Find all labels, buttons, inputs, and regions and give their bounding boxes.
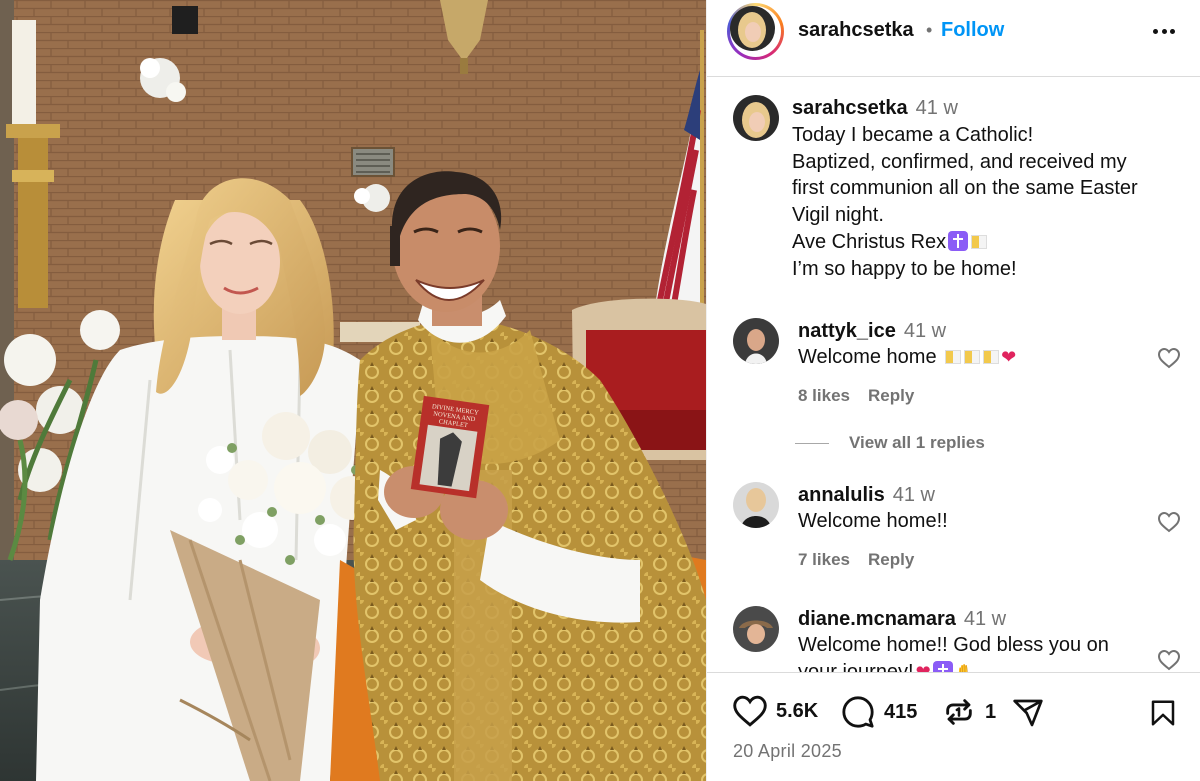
- author-username[interactable]: sarahcsetka: [798, 19, 914, 42]
- like-comment-heart-icon[interactable]: [1157, 347, 1181, 369]
- vatican-flag-emoji-icon: [983, 350, 1000, 364]
- post-header: sarahcsetka • Follow: [707, 0, 1200, 77]
- cross-emoji-icon: [932, 661, 953, 672]
- avatar[interactable]: [733, 318, 779, 364]
- separator-dot: •: [926, 20, 933, 40]
- reply-button[interactable]: Reply: [868, 550, 914, 569]
- comment-header: annalulis 41 w: [798, 484, 935, 507]
- like-count: 5.6K: [776, 699, 819, 722]
- caption-line: Vigil night.: [792, 204, 884, 227]
- avatar[interactable]: [730, 6, 775, 51]
- comment-icon: [842, 696, 874, 728]
- comment-header: nattyk_ice 41 w: [798, 320, 946, 343]
- caption-header: sarahcsetka 41 w: [792, 97, 958, 120]
- like-comment-heart-icon[interactable]: [1157, 649, 1181, 671]
- caption-time[interactable]: 41 w: [916, 97, 958, 119]
- post-photo[interactable]: DIVINE MERCY NOVENA AND CHAPLET: [0, 0, 706, 781]
- reply-button[interactable]: Reply: [868, 386, 914, 405]
- like-button[interactable]: 5.6K: [732, 695, 818, 727]
- post-actions-bar: 5.6K 415 1 20 April 2025: [707, 672, 1200, 781]
- post-side-panel: sarahcsetka • Follow sarahcsetka 41 w Tod…: [706, 0, 1200, 781]
- repost-button[interactable]: 1: [941, 695, 996, 729]
- comment-author[interactable]: nattyk_ice: [798, 320, 896, 342]
- share-icon[interactable]: [1010, 697, 1046, 729]
- avatar[interactable]: [733, 482, 779, 528]
- heart-icon: [733, 695, 767, 727]
- avatar[interactable]: [733, 606, 779, 652]
- comment-meta: 7 likes Reply: [798, 550, 932, 570]
- caption-line: Baptized, confirmed, and received my: [792, 150, 1127, 173]
- post-caption: Today I became a Catholic! Baptized, con…: [792, 122, 1187, 282]
- comment-text: Welcome home!! God bless you on: [798, 634, 1109, 656]
- comment-button[interactable]: 415: [840, 695, 917, 729]
- view-replies-label: View all 1 replies: [849, 433, 985, 452]
- comment-author[interactable]: diane.mcnamara: [798, 608, 956, 630]
- comment-author[interactable]: annalulis: [798, 484, 885, 506]
- caption-line: Today I became a Catholic!: [792, 124, 1034, 146]
- comment-likes[interactable]: 8 likes: [798, 386, 850, 405]
- post-image: DIVINE MERCY NOVENA AND CHAPLET: [0, 0, 706, 781]
- post-date[interactable]: 20 April 2025: [733, 741, 842, 762]
- comment-text: Welcome home!!: [798, 510, 948, 532]
- comment-time[interactable]: 41 w: [904, 320, 946, 342]
- view-replies-button[interactable]: View all 1 replies: [795, 433, 985, 453]
- bookmark-icon[interactable]: [1148, 697, 1178, 729]
- comment-text: Welcome home ❤: [798, 346, 1016, 369]
- caption-line-text: Ave Christus Rex: [792, 230, 947, 253]
- comments-scroll-area[interactable]: sarahcsetka 41 w Today I became a Catholi…: [707, 77, 1200, 672]
- like-comment-heart-icon[interactable]: [1157, 511, 1181, 533]
- comment-count: 415: [884, 700, 918, 723]
- cross-emoji-icon: [948, 230, 969, 251]
- red-heart-emoji-icon: ❤: [1001, 347, 1017, 367]
- replies-divider: [795, 442, 829, 444]
- repost-icon: [946, 699, 972, 725]
- comment-header: diane.mcnamara 41 w: [798, 608, 1006, 631]
- comment-body: your journey!: [798, 661, 914, 672]
- comment-body: Welcome home: [798, 346, 937, 368]
- comment-meta: 8 likes Reply: [798, 386, 932, 406]
- follow-button[interactable]: Follow: [941, 19, 1004, 42]
- red-heart-emoji-icon: ❤: [915, 662, 931, 672]
- vatican-flag-emoji-icon: [945, 350, 962, 364]
- comment-time[interactable]: 41 w: [893, 484, 935, 506]
- praying-hands-emoji-icon: ✋: [955, 665, 975, 672]
- author-avatar-ring[interactable]: [727, 3, 784, 60]
- avatar[interactable]: [733, 95, 779, 141]
- caption-line: I’m so happy to be home!: [792, 257, 1017, 280]
- caption-line: Ave Christus Rex: [792, 229, 1187, 256]
- repost-count: 1: [985, 700, 997, 723]
- vatican-flag-emoji-icon: [971, 234, 988, 249]
- caption-line: first communion all on the same Easter: [792, 177, 1138, 200]
- comment-likes[interactable]: 7 likes: [798, 550, 850, 569]
- comment-text-continued: your journey!❤ ✋: [798, 661, 975, 672]
- more-options-icon[interactable]: [1149, 16, 1179, 46]
- vatican-flag-emoji-icon: [964, 350, 981, 364]
- caption-author[interactable]: sarahcsetka: [792, 97, 908, 119]
- comment-time[interactable]: 41 w: [964, 608, 1006, 630]
